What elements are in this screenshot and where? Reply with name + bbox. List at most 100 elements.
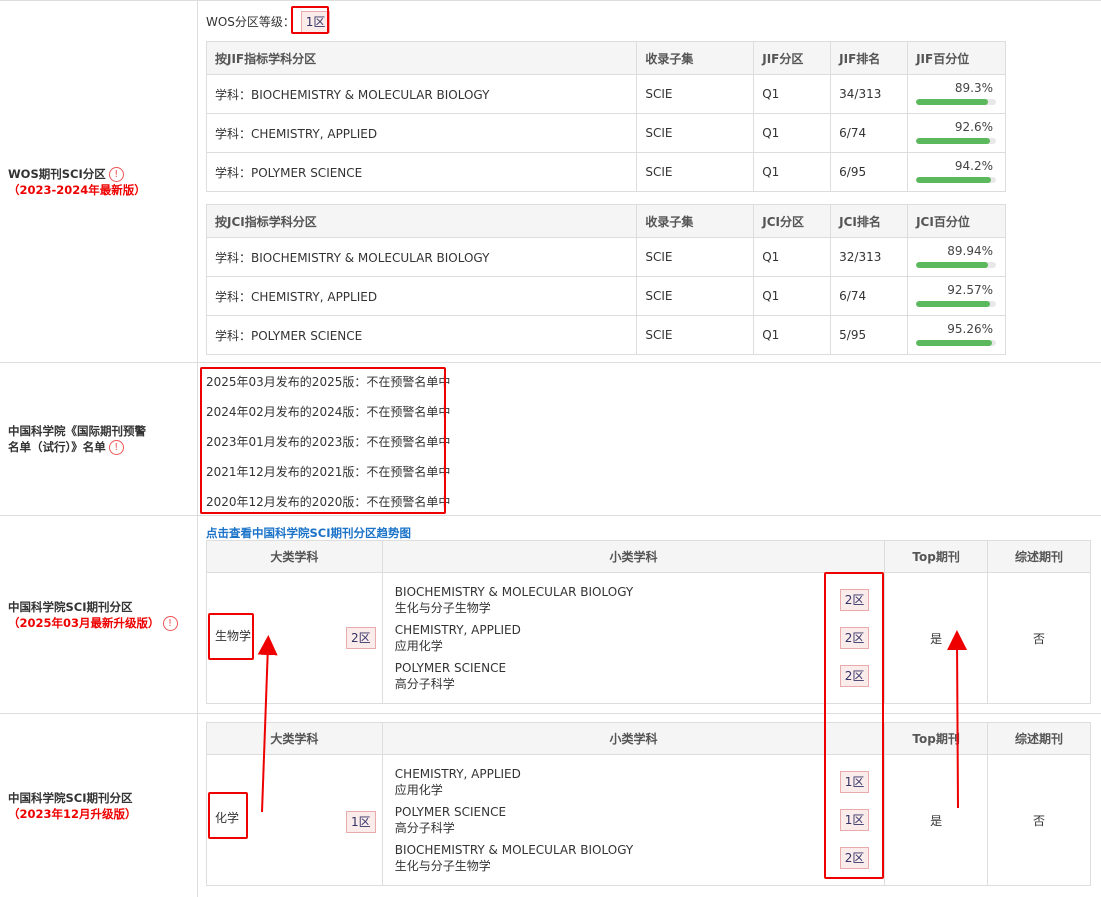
jif-rank: 34/313 xyxy=(830,74,909,114)
jif-header-pct: JIF百分位 xyxy=(907,41,1006,75)
jif-quartile: Q1 xyxy=(753,152,832,192)
percentile-bar xyxy=(916,262,997,268)
jci-header-set: 收录子集 xyxy=(636,204,755,238)
jci-quartile: Q1 xyxy=(753,276,832,316)
minor-cell: BIOCHEMISTRY & MOLECULAR BIOLOGY 生化与分子生物… xyxy=(381,572,886,704)
list-item: POLYMER SCIENCE 高分子科学 xyxy=(395,804,506,836)
jci-table: 按JCI指标学科分区 收录子集 JCI分区 JCI排名 JCI百分位 学科：BI… xyxy=(205,204,1006,355)
jci-pct-cell: 92.57% xyxy=(907,276,1006,316)
jci-subject: 学科：POLYMER SCIENCE xyxy=(205,315,638,355)
wos-section-label: WOS期刊SCI分区! （2023-2024年最新版） xyxy=(0,1,198,362)
jci-rank: 6/74 xyxy=(830,276,909,316)
table-row: 学科：POLYMER SCIENCE SCIE Q1 5/95 95.26% xyxy=(205,315,1006,355)
jci-header-pct: JCI百分位 xyxy=(907,204,1006,238)
wos-level-label: WOS分区等级： xyxy=(206,15,295,29)
cas2025-label-title: 中国科学院SCI期刊分区 xyxy=(8,599,133,614)
highlight-box xyxy=(291,6,329,34)
review-journal-value: 否 xyxy=(987,754,1091,886)
jif-header-set: 收录子集 xyxy=(636,41,755,75)
minor-cn: 生化与分子生物学 xyxy=(394,601,491,615)
jif-pct: 89.3% xyxy=(954,81,993,95)
jci-quartile: Q1 xyxy=(753,315,832,355)
table-row: 学科：BIOCHEMISTRY & MOLECULAR BIOLOGY SCIE… xyxy=(205,74,1006,114)
wos-label-version: （2023-2024年最新版） xyxy=(8,182,146,197)
jif-subject: 学科：BIOCHEMISTRY & MOLECULAR BIOLOGY xyxy=(205,74,638,114)
jif-set: SCIE xyxy=(636,113,755,153)
jif-header-quartile: JIF分区 xyxy=(753,41,832,75)
jif-quartile: Q1 xyxy=(753,113,832,153)
wos-section: WOS期刊SCI分区! （2023-2024年最新版） WOS分区等级： 1区 … xyxy=(0,0,1101,363)
top-journal-value: 是 xyxy=(884,572,989,704)
info-icon[interactable]: ! xyxy=(108,166,124,182)
jif-set: SCIE xyxy=(636,152,755,192)
minor-cn: 高分子科学 xyxy=(394,821,455,835)
top-journal-value: 是 xyxy=(884,754,989,886)
cas2023-section-label: 中国科学院SCI期刊分区 （2023年12月升级版） xyxy=(0,714,198,897)
warning-section-label: 中国科学院《国际期刊预警 名单（试行）》名单! xyxy=(0,363,198,515)
table-row: 学科：CHEMISTRY, APPLIED SCIE Q1 6/74 92.6% xyxy=(205,113,1006,153)
list-item: POLYMER SCIENCE 高分子科学 xyxy=(395,660,506,692)
cas2023-label-title: 中国科学院SCI期刊分区 xyxy=(8,790,133,805)
jif-quartile: Q1 xyxy=(753,74,832,114)
cas2025-label-version: （2025年03月最新升级版） xyxy=(8,615,160,630)
jci-rank: 5/95 xyxy=(830,315,909,355)
jif-pct-cell: 89.3% xyxy=(907,74,1006,114)
jci-subject: 学科：BIOCHEMISTRY & MOLECULAR BIOLOGY xyxy=(205,237,638,277)
percentile-bar-fill xyxy=(916,99,988,105)
info-icon[interactable]: ! xyxy=(108,440,124,455)
minor-cn: 高分子科学 xyxy=(394,677,455,691)
percentile-bar-fill xyxy=(916,301,991,307)
warning-label-line1: 中国科学院《国际期刊预警 xyxy=(8,424,146,438)
minor-en: BIOCHEMISTRY & MOLECULAR BIOLOGY xyxy=(394,585,634,599)
info-icon[interactable]: ! xyxy=(162,615,178,631)
jif-table: 按JIF指标学科分区 收录子集 JIF分区 JIF排名 JIF百分位 学科：BI… xyxy=(205,41,1006,192)
highlight-box xyxy=(208,792,248,839)
jci-set: SCIE xyxy=(636,276,755,316)
jif-rank: 6/95 xyxy=(830,152,909,192)
list-item: CHEMISTRY, APPLIED 应用化学 xyxy=(395,766,521,798)
jif-header-subject: 按JIF指标学科分区 xyxy=(205,41,638,75)
header-top: Top期刊 xyxy=(884,722,989,755)
minor-cn: 应用化学 xyxy=(394,639,443,653)
percentile-bar xyxy=(916,177,997,183)
jif-set: SCIE xyxy=(636,74,755,114)
table-row: 化学 1区 CHEMISTRY, APPLIED 应用化学 POLYMER SC… xyxy=(206,754,1091,886)
jci-header-rank: JCI排名 xyxy=(830,204,909,238)
percentile-bar-fill xyxy=(916,340,993,346)
minor-cell: CHEMISTRY, APPLIED 应用化学 POLYMER SCIENCE … xyxy=(381,754,886,886)
percentile-bar-fill xyxy=(916,138,991,144)
jif-pct: 94.2% xyxy=(954,159,993,173)
jif-pct-cell: 92.6% xyxy=(907,113,1006,153)
cas2023-label-version: （2023年12月升级版） xyxy=(8,806,137,821)
trend-chart-link[interactable]: 点击查看中国科学院SCI期刊分区趋势图 xyxy=(206,525,411,541)
warning-label-line2: 名单（试行）》名单 xyxy=(8,440,106,454)
jci-subject: 学科：CHEMISTRY, APPLIED xyxy=(205,276,638,316)
highlight-box xyxy=(208,613,254,660)
list-item: BIOCHEMISTRY & MOLECULAR BIOLOGY 生化与分子生物… xyxy=(395,842,633,874)
cas2023-table-header: 大类学科 小类学科 Top期刊 综述期刊 xyxy=(206,722,1091,755)
jci-pct: 92.57% xyxy=(947,283,993,297)
header-top: Top期刊 xyxy=(884,540,989,573)
jif-subject: 学科：POLYMER SCIENCE xyxy=(205,152,638,192)
percentile-bar xyxy=(916,301,997,307)
jci-rank: 32/313 xyxy=(830,237,909,277)
cas2023-section: 中国科学院SCI期刊分区 （2023年12月升级版） 大类学科 小类学科 Top… xyxy=(0,714,1101,897)
review-journal-value: 否 xyxy=(987,572,1091,704)
jci-pct-cell: 89.94% xyxy=(907,237,1006,277)
jci-pct-cell: 95.26% xyxy=(907,315,1006,355)
highlight-box xyxy=(200,367,446,514)
cas2023-table: 大类学科 小类学科 Top期刊 综述期刊 化学 1区 CHEMISTRY, AP… xyxy=(206,722,1091,886)
jif-rank: 6/74 xyxy=(830,113,909,153)
cas2025-table-header: 大类学科 小类学科 Top期刊 综述期刊 xyxy=(206,540,1091,573)
jif-subject: 学科：CHEMISTRY, APPLIED xyxy=(205,113,638,153)
header-minor: 小类学科 xyxy=(381,540,886,573)
list-item: BIOCHEMISTRY & MOLECULAR BIOLOGY 生化与分子生物… xyxy=(395,584,633,616)
minor-cn: 生化与分子生物学 xyxy=(394,859,491,873)
cas2025-section-label: 中国科学院SCI期刊分区 （2025年03月最新升级版）! xyxy=(0,516,198,713)
percentile-bar xyxy=(916,340,997,346)
percentile-bar-fill xyxy=(916,262,989,268)
warning-section: 中国科学院《国际期刊预警 名单（试行）》名单! 2025年03月发布的2025版… xyxy=(0,363,1101,516)
cas2025-section: 中国科学院SCI期刊分区 （2025年03月最新升级版）! 点击查看中国科学院S… xyxy=(0,516,1101,714)
jif-pct-cell: 94.2% xyxy=(907,152,1006,192)
header-review: 综述期刊 xyxy=(987,540,1091,573)
